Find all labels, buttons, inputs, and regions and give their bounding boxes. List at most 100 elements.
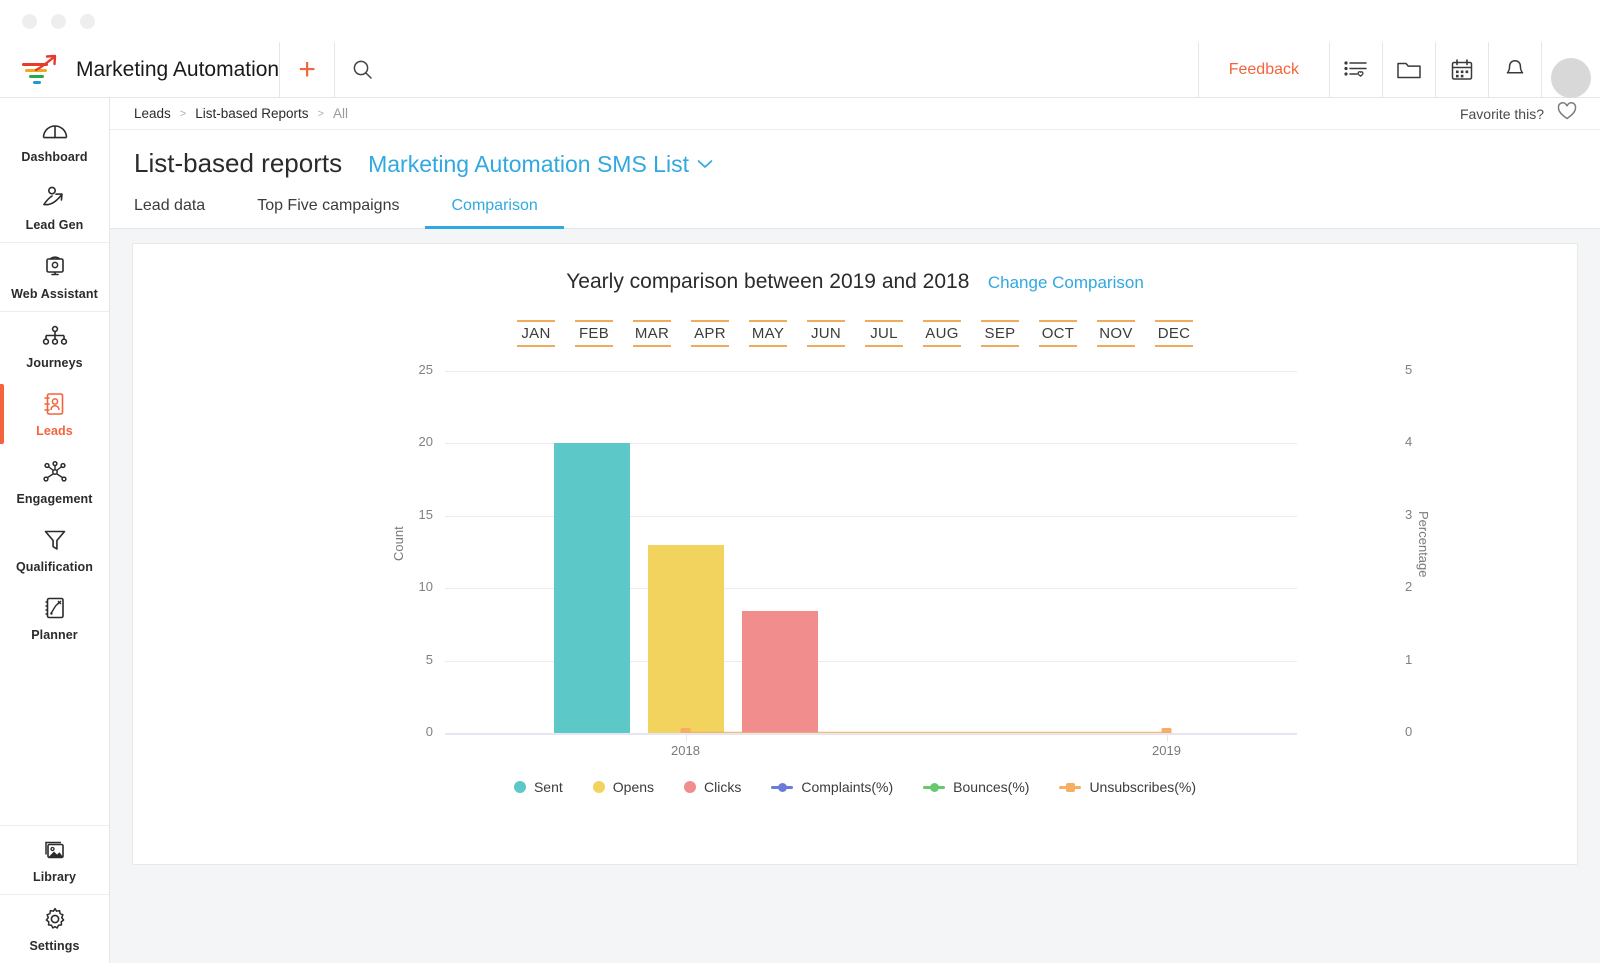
favorite-label[interactable]: Favorite this? xyxy=(1460,106,1544,122)
sidebar-item-leads[interactable]: Leads xyxy=(0,380,109,448)
month-apr[interactable]: APR xyxy=(691,320,729,347)
calendar-button[interactable] xyxy=(1436,42,1488,98)
legend-label: Complaints(%) xyxy=(801,779,893,795)
x-axis-tick-mark xyxy=(686,732,687,742)
legend-swatch xyxy=(514,781,526,793)
legend-swatch xyxy=(684,781,696,793)
funnel-icon xyxy=(4,526,105,554)
month-oct[interactable]: OCT xyxy=(1039,320,1077,347)
search-icon xyxy=(352,59,373,80)
chart-legend: Sent Opens Clicks Complaints(%) xyxy=(133,779,1577,795)
sidebar-item-qualification[interactable]: Qualification xyxy=(0,516,109,584)
calendar-icon xyxy=(1450,58,1474,82)
chart-title-row: Yearly comparison between 2019 and 2018 … xyxy=(133,244,1577,294)
list-heart-icon xyxy=(1343,59,1369,81)
journeys-icon xyxy=(4,322,105,350)
add-button[interactable]: + xyxy=(280,42,334,98)
sidebar-item-settings[interactable]: Settings xyxy=(0,894,109,963)
breadcrumb-item-all[interactable]: All xyxy=(333,106,348,121)
month-mar[interactable]: MAR xyxy=(633,320,671,347)
sidebar-item-lead-gen[interactable]: Lead Gen xyxy=(0,174,109,242)
legend-item-opens[interactable]: Opens xyxy=(593,779,654,795)
chevron-down-icon xyxy=(697,156,713,174)
month-aug[interactable]: AUG xyxy=(923,320,961,347)
plus-icon: + xyxy=(298,55,316,85)
y2-axis-tick: 3 xyxy=(1405,507,1435,522)
avatar xyxy=(1551,58,1591,98)
tab-bar: Lead data Top Five campaigns Comparison xyxy=(110,179,1600,229)
change-comparison-link[interactable]: Change Comparison xyxy=(988,273,1144,292)
sidebar-item-label: Journeys xyxy=(4,356,105,370)
sidebar-item-label: Planner xyxy=(4,628,105,642)
sidebar-item-label: Settings xyxy=(4,939,105,953)
sidebar-item-label: Library xyxy=(4,870,105,884)
search-button[interactable] xyxy=(335,42,389,98)
library-image-icon xyxy=(4,836,105,864)
chart-bars xyxy=(445,371,1297,733)
list-heart-button[interactable] xyxy=(1330,42,1382,98)
month-may[interactable]: MAY xyxy=(749,320,787,347)
y2-axis-tick: 4 xyxy=(1405,434,1435,449)
legend-item-unsubscribes[interactable]: Unsubscribes(%) xyxy=(1059,779,1196,795)
y-axis-tick: 20 xyxy=(391,434,433,449)
feedback-button[interactable]: Feedback xyxy=(1199,61,1329,79)
main-content: Leads > List-based Reports > All Favorit… xyxy=(110,98,1600,963)
y2-axis-tick: 2 xyxy=(1405,579,1435,594)
chart-bar[interactable] xyxy=(648,545,724,733)
sidebar-item-label: Qualification xyxy=(4,560,105,574)
window-minimize-dot[interactable] xyxy=(51,14,66,29)
sidebar: Dashboard Lead Gen Web Assistant Journey… xyxy=(0,98,110,963)
legend-label: Bounces(%) xyxy=(953,779,1029,795)
window-maximize-dot[interactable] xyxy=(80,14,95,29)
legend-item-clicks[interactable]: Clicks xyxy=(684,779,741,795)
sidebar-item-web-assistant[interactable]: Web Assistant xyxy=(0,242,109,311)
month-sep[interactable]: SEP xyxy=(981,320,1019,347)
folder-button[interactable] xyxy=(1383,42,1435,98)
list-selector[interactable]: Marketing Automation SMS List xyxy=(368,151,713,178)
legend-label: Clicks xyxy=(704,779,741,795)
gear-icon xyxy=(4,905,105,933)
month-jun[interactable]: JUN xyxy=(807,320,845,347)
tab-lead-data[interactable]: Lead data xyxy=(134,189,231,229)
legend-item-bounces[interactable]: Bounces(%) xyxy=(923,779,1029,795)
y-axis-label: Count xyxy=(391,526,406,561)
dashboard-gauge-icon xyxy=(4,116,105,144)
legend-label: Sent xyxy=(534,779,563,795)
sidebar-item-library[interactable]: Library xyxy=(0,826,109,894)
breadcrumb-item-leads[interactable]: Leads xyxy=(134,106,171,121)
sidebar-item-dashboard[interactable]: Dashboard xyxy=(0,106,109,174)
breadcrumb-item-list-based-reports[interactable]: List-based Reports xyxy=(195,106,308,121)
month-jan[interactable]: JAN xyxy=(517,320,555,347)
brand-title: Marketing Automation xyxy=(76,58,279,82)
legend-item-sent[interactable]: Sent xyxy=(514,779,563,795)
chart-bar[interactable] xyxy=(554,443,630,733)
comparison-chart: Count Percentage 05101520250123452018201… xyxy=(133,371,1577,771)
month-nov[interactable]: NOV xyxy=(1097,320,1135,347)
month-jul[interactable]: JUL xyxy=(865,320,903,347)
y-axis-tick: 0 xyxy=(391,724,433,739)
window-close-dot[interactable] xyxy=(22,14,37,29)
sidebar-item-label: Lead Gen xyxy=(4,218,105,232)
engagement-icon xyxy=(4,458,105,486)
month-dec[interactable]: DEC xyxy=(1155,320,1193,347)
window-chrome xyxy=(0,0,1600,42)
user-avatar-button[interactable] xyxy=(1542,42,1600,98)
sidebar-item-journeys[interactable]: Journeys xyxy=(0,311,109,380)
legend-item-complaints[interactable]: Complaints(%) xyxy=(771,779,893,795)
brand[interactable]: Marketing Automation xyxy=(0,54,279,86)
lead-gen-icon xyxy=(4,184,105,212)
sidebar-item-engagement[interactable]: Engagement xyxy=(0,448,109,516)
notifications-button[interactable] xyxy=(1489,42,1541,98)
month-feb[interactable]: FEB xyxy=(575,320,613,347)
tab-comparison[interactable]: Comparison xyxy=(425,189,563,229)
chart-bar[interactable] xyxy=(742,611,818,733)
sidebar-item-label: Engagement xyxy=(4,492,105,506)
tab-top-five-campaigns[interactable]: Top Five campaigns xyxy=(231,189,425,229)
sidebar-item-label: Dashboard xyxy=(4,150,105,164)
heart-icon[interactable] xyxy=(1556,101,1578,126)
planner-icon xyxy=(4,594,105,622)
legend-label: Opens xyxy=(613,779,654,795)
sidebar-item-label: Web Assistant xyxy=(4,287,105,301)
sidebar-item-planner[interactable]: Planner xyxy=(0,584,109,652)
sidebar-secondary-group: Library Settings xyxy=(0,825,109,963)
